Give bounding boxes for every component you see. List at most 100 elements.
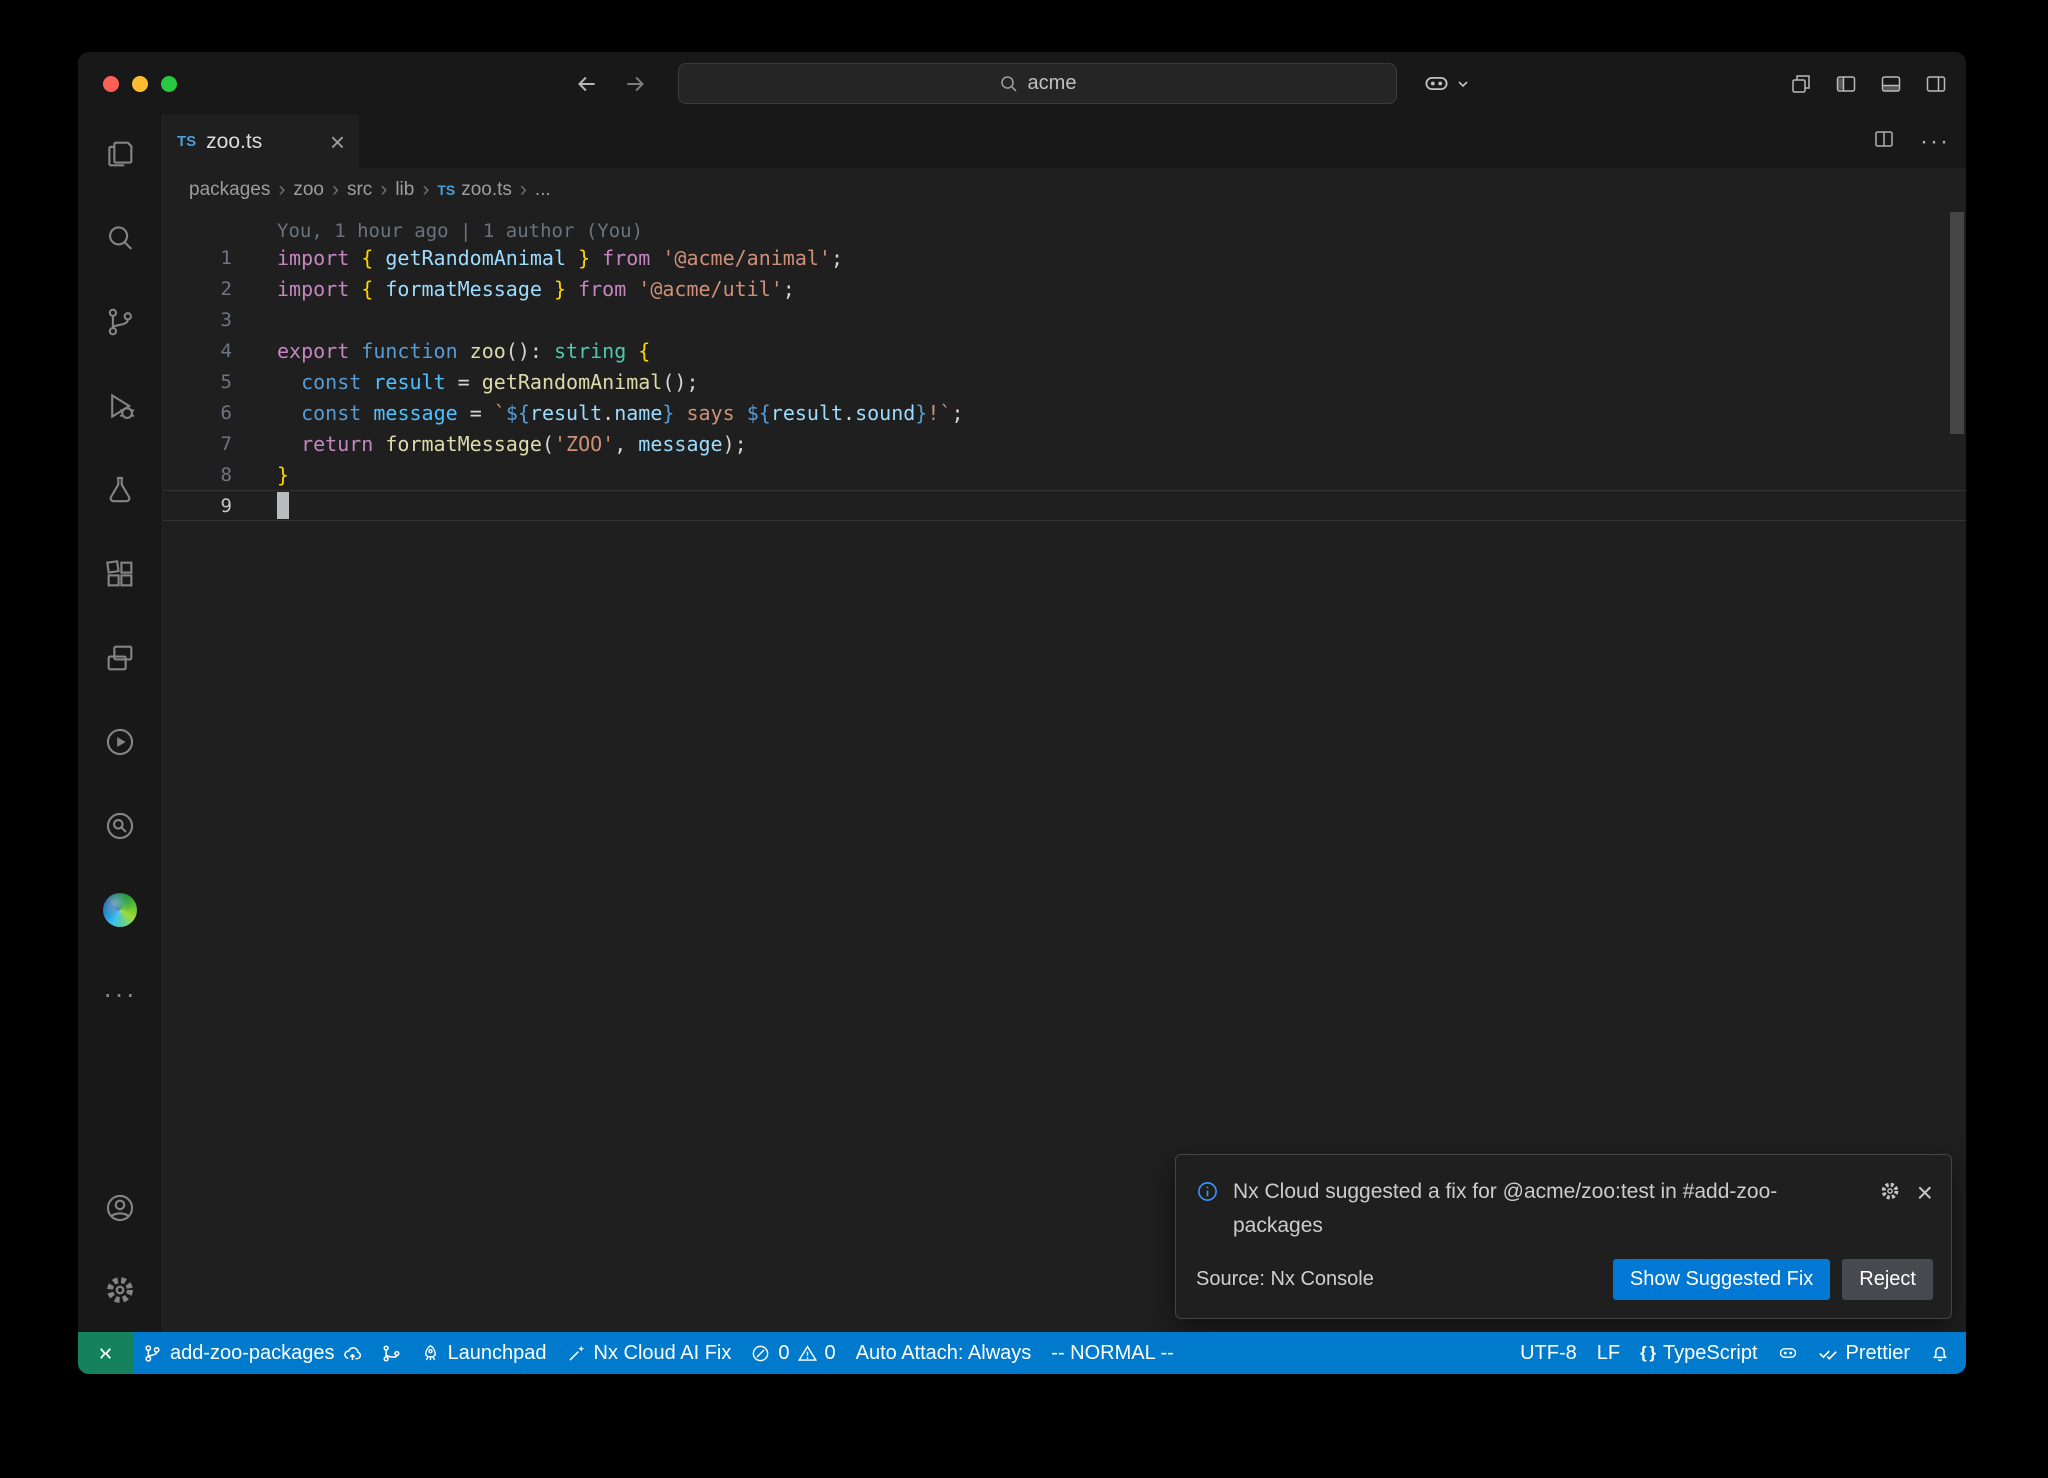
command-center-search[interactable]: acme — [678, 63, 1397, 104]
remote-indicator[interactable] — [78, 1332, 133, 1374]
accounts-icon[interactable] — [96, 1184, 144, 1232]
testing-icon[interactable] — [96, 466, 144, 514]
notification-close-icon[interactable]: × — [1917, 1179, 1933, 1207]
auto-attach-button[interactable]: Auto Attach: Always — [846, 1332, 1042, 1374]
code-line-3[interactable]: 3 — [163, 304, 1966, 335]
copilot-status-button[interactable] — [1768, 1332, 1808, 1374]
chevron-right-icon: › — [520, 178, 527, 202]
remote-explorer-icon[interactable] — [96, 634, 144, 682]
line-number[interactable]: 3 — [163, 309, 232, 331]
layout-grid-icon — [1789, 72, 1813, 96]
more-actions-button[interactable]: ··· — [1920, 128, 1950, 156]
toggle-panel-button[interactable] — [1879, 72, 1903, 96]
eol-button[interactable]: LF — [1587, 1332, 1630, 1374]
chevron-down-icon — [1456, 77, 1470, 91]
show-suggested-fix-button[interactable]: Show Suggested Fix — [1613, 1259, 1830, 1300]
code-line-9[interactable]: 9 — [163, 490, 1966, 521]
search-text: acme — [1028, 72, 1077, 95]
panel-bottom-icon — [1879, 72, 1903, 96]
edge-browser-icon[interactable] — [96, 886, 144, 934]
info-icon — [1196, 1180, 1219, 1203]
sidebar-right-icon — [1924, 72, 1948, 96]
tab-label: zoo.ts — [206, 130, 262, 154]
code-line-6[interactable]: 6 const message = `${result.name} says $… — [163, 397, 1966, 428]
status-bar: add-zoo-packages Launchpad Nx Cloud AI F… — [78, 1332, 1966, 1374]
problems-button[interactable]: 0 0 — [741, 1332, 845, 1374]
editor-scrollbar[interactable] — [1950, 212, 1964, 434]
notification-toast: Nx Cloud suggested a fix for @acme/zoo:t… — [1175, 1154, 1952, 1319]
run-debug-icon[interactable] — [96, 382, 144, 430]
notification-message: Nx Cloud suggested a fix for @acme/zoo:t… — [1233, 1175, 1865, 1243]
code-line-4[interactable]: 4export function zoo(): string { — [163, 335, 1966, 366]
nx-cloud-fix-label: Nx Cloud AI Fix — [594, 1342, 732, 1365]
launchpad-button[interactable]: Launchpad — [411, 1332, 557, 1374]
notification-settings-button[interactable] — [1879, 1180, 1901, 1207]
error-icon — [751, 1344, 770, 1363]
customize-layout-button[interactable] — [1789, 72, 1813, 96]
nx-cloud-fix-button[interactable]: Nx Cloud AI Fix — [557, 1332, 742, 1374]
breadcrumb-item[interactable]: ... — [535, 179, 551, 201]
arrow-left-icon — [574, 71, 600, 97]
notifications-bell-button[interactable] — [1920, 1332, 1966, 1374]
gear-icon — [1879, 1180, 1901, 1202]
tab-zoo-ts[interactable]: TS zoo.ts × — [163, 115, 359, 168]
split-editor-button[interactable] — [1872, 127, 1896, 156]
error-count: 0 — [778, 1342, 789, 1365]
code-line-8[interactable]: 8} — [163, 459, 1966, 490]
cloud-upload-icon — [343, 1344, 362, 1363]
line-number[interactable]: 8 — [163, 464, 232, 486]
forward-button[interactable] — [622, 71, 648, 97]
line-number[interactable]: 7 — [163, 433, 232, 455]
nx-console-icon[interactable] — [96, 718, 144, 766]
commit-graph-button[interactable] — [372, 1332, 411, 1374]
breadcrumb-item[interactable]: lib — [395, 179, 414, 201]
code-line-1[interactable]: 1import { getRandomAnimal } from '@acme/… — [163, 242, 1966, 273]
breadcrumb-item[interactable]: packages — [189, 179, 270, 201]
encoding-button[interactable]: UTF-8 — [1510, 1332, 1587, 1374]
git-blame-annotation: You, 1 hour ago | 1 author (You) — [163, 220, 1966, 242]
breadcrumb-item[interactable]: zoo — [293, 179, 324, 201]
line-number[interactable]: 2 — [163, 278, 232, 300]
breadcrumb-item[interactable]: src — [347, 179, 372, 201]
language-mode-button[interactable]: { } TypeScript — [1630, 1332, 1767, 1374]
fix-wand-icon — [567, 1344, 586, 1363]
toggle-primary-sidebar-button[interactable] — [1834, 72, 1858, 96]
chevron-right-icon: › — [332, 178, 339, 202]
extensions-icon[interactable] — [96, 550, 144, 598]
settings-gear-icon[interactable] — [96, 1266, 144, 1314]
toggle-secondary-sidebar-button[interactable] — [1924, 72, 1948, 96]
line-number[interactable]: 9 — [163, 495, 232, 517]
copilot-menu-button[interactable] — [1423, 70, 1470, 97]
code-line-5[interactable]: 5 const result = getRandomAnimal(); — [163, 366, 1966, 397]
chevron-right-icon: › — [278, 178, 285, 202]
explorer-icon[interactable] — [96, 130, 144, 178]
copilot-icon — [1778, 1343, 1798, 1363]
bell-icon — [1930, 1343, 1950, 1363]
source-control-icon[interactable] — [96, 298, 144, 346]
line-number[interactable]: 6 — [163, 402, 232, 424]
line-number[interactable]: 5 — [163, 371, 232, 393]
code-line-2[interactable]: 2import { formatMessage } from '@acme/ut… — [163, 273, 1966, 304]
formatter-button[interactable]: Prettier — [1808, 1332, 1920, 1374]
git-branch-icon — [143, 1344, 162, 1363]
sidebar-left-icon — [1834, 72, 1858, 96]
reject-button[interactable]: Reject — [1842, 1259, 1933, 1300]
line-number[interactable]: 1 — [163, 247, 232, 269]
editor[interactable]: You, 1 hour ago | 1 author (You)1import … — [163, 212, 1966, 1332]
search-view-icon[interactable] — [96, 214, 144, 262]
rocket-icon — [421, 1344, 440, 1363]
branch-indicator[interactable]: add-zoo-packages — [133, 1332, 372, 1374]
additional-views-icon[interactable]: ··· — [96, 970, 144, 1018]
code-line-7[interactable]: 7 return formatMessage('ZOO', message); — [163, 428, 1966, 459]
search-details-icon[interactable] — [96, 802, 144, 850]
back-button[interactable] — [574, 71, 600, 97]
vim-block-cursor — [277, 492, 289, 519]
vim-mode-indicator[interactable]: -- NORMAL -- — [1041, 1332, 1184, 1374]
title-bar: acme — [78, 52, 1966, 115]
split-editor-icon — [1872, 127, 1896, 151]
search-icon — [999, 74, 1019, 94]
line-number[interactable]: 4 — [163, 340, 232, 362]
commit-graph-icon — [382, 1344, 401, 1363]
breadcrumb-item[interactable]: TSzoo.ts — [437, 179, 512, 201]
tab-close-icon[interactable]: × — [330, 129, 345, 155]
